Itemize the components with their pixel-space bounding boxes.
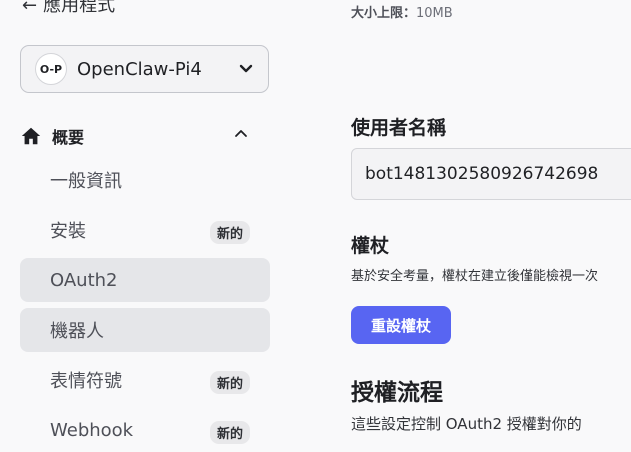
arrow-left-icon: ←	[22, 0, 38, 16]
sidebar-item-label: 一般資訊	[50, 171, 122, 192]
size-limit-text: 大小上限：10MB	[351, 2, 453, 21]
sidebar-item-label: OAuth2	[50, 269, 118, 291]
new-badge: 新的	[209, 421, 250, 444]
chevron-down-icon	[238, 60, 254, 80]
sidebar-item-webhook[interactable]: Webhook 新的	[20, 408, 270, 452]
new-badge: 新的	[209, 371, 250, 394]
chevron-up-icon	[234, 126, 248, 144]
username-field[interactable]: bot1481302580926742698	[351, 148, 631, 200]
section-title: 概要	[52, 128, 85, 147]
sidebar-item-oauth2[interactable]: OAuth2	[20, 258, 270, 302]
authorization-flow-title: 授權流程	[351, 380, 443, 406]
sidebar-item-emojis[interactable]: 表情符號 新的	[20, 358, 270, 402]
new-badge: 新的	[209, 221, 250, 244]
back-to-applications-link[interactable]: ← 應用程式	[22, 0, 115, 17]
sidebar-item-general-info[interactable]: 一般資訊	[20, 158, 270, 202]
size-limit-value: 10MB	[416, 6, 453, 21]
home-icon	[21, 127, 41, 145]
size-limit-label: 大小上限：	[351, 6, 417, 21]
token-label: 權杖	[351, 235, 390, 257]
authorization-flow-description: 這些設定控制 OAuth2 授權對你的	[351, 415, 582, 433]
sidebar-item-label: Webhook	[50, 419, 134, 441]
app-selector[interactable]: O-P OpenClaw-Pi4	[20, 45, 269, 93]
app-name: OpenClaw-Pi4	[77, 58, 202, 80]
username-value: bot1481302580926742698	[365, 164, 599, 184]
sidebar-item-bot[interactable]: 機器人	[20, 308, 270, 352]
sidebar-item-label: 表情符號	[50, 371, 122, 392]
reset-token-button[interactable]: 重設權杖	[351, 306, 451, 344]
sidebar-item-label: 安裝	[50, 221, 86, 242]
back-label: 應用程式	[43, 0, 116, 16]
app-avatar: O-P	[35, 53, 67, 85]
section-overview-header[interactable]: 概要	[20, 124, 270, 148]
sidebar-item-label: 機器人	[50, 321, 104, 342]
token-description: 基於安全考量，權杖在建立後僅能檢視一次	[351, 269, 599, 284]
sidebar-item-installation[interactable]: 安裝 新的	[20, 208, 270, 252]
username-label: 使用者名稱	[351, 117, 447, 139]
